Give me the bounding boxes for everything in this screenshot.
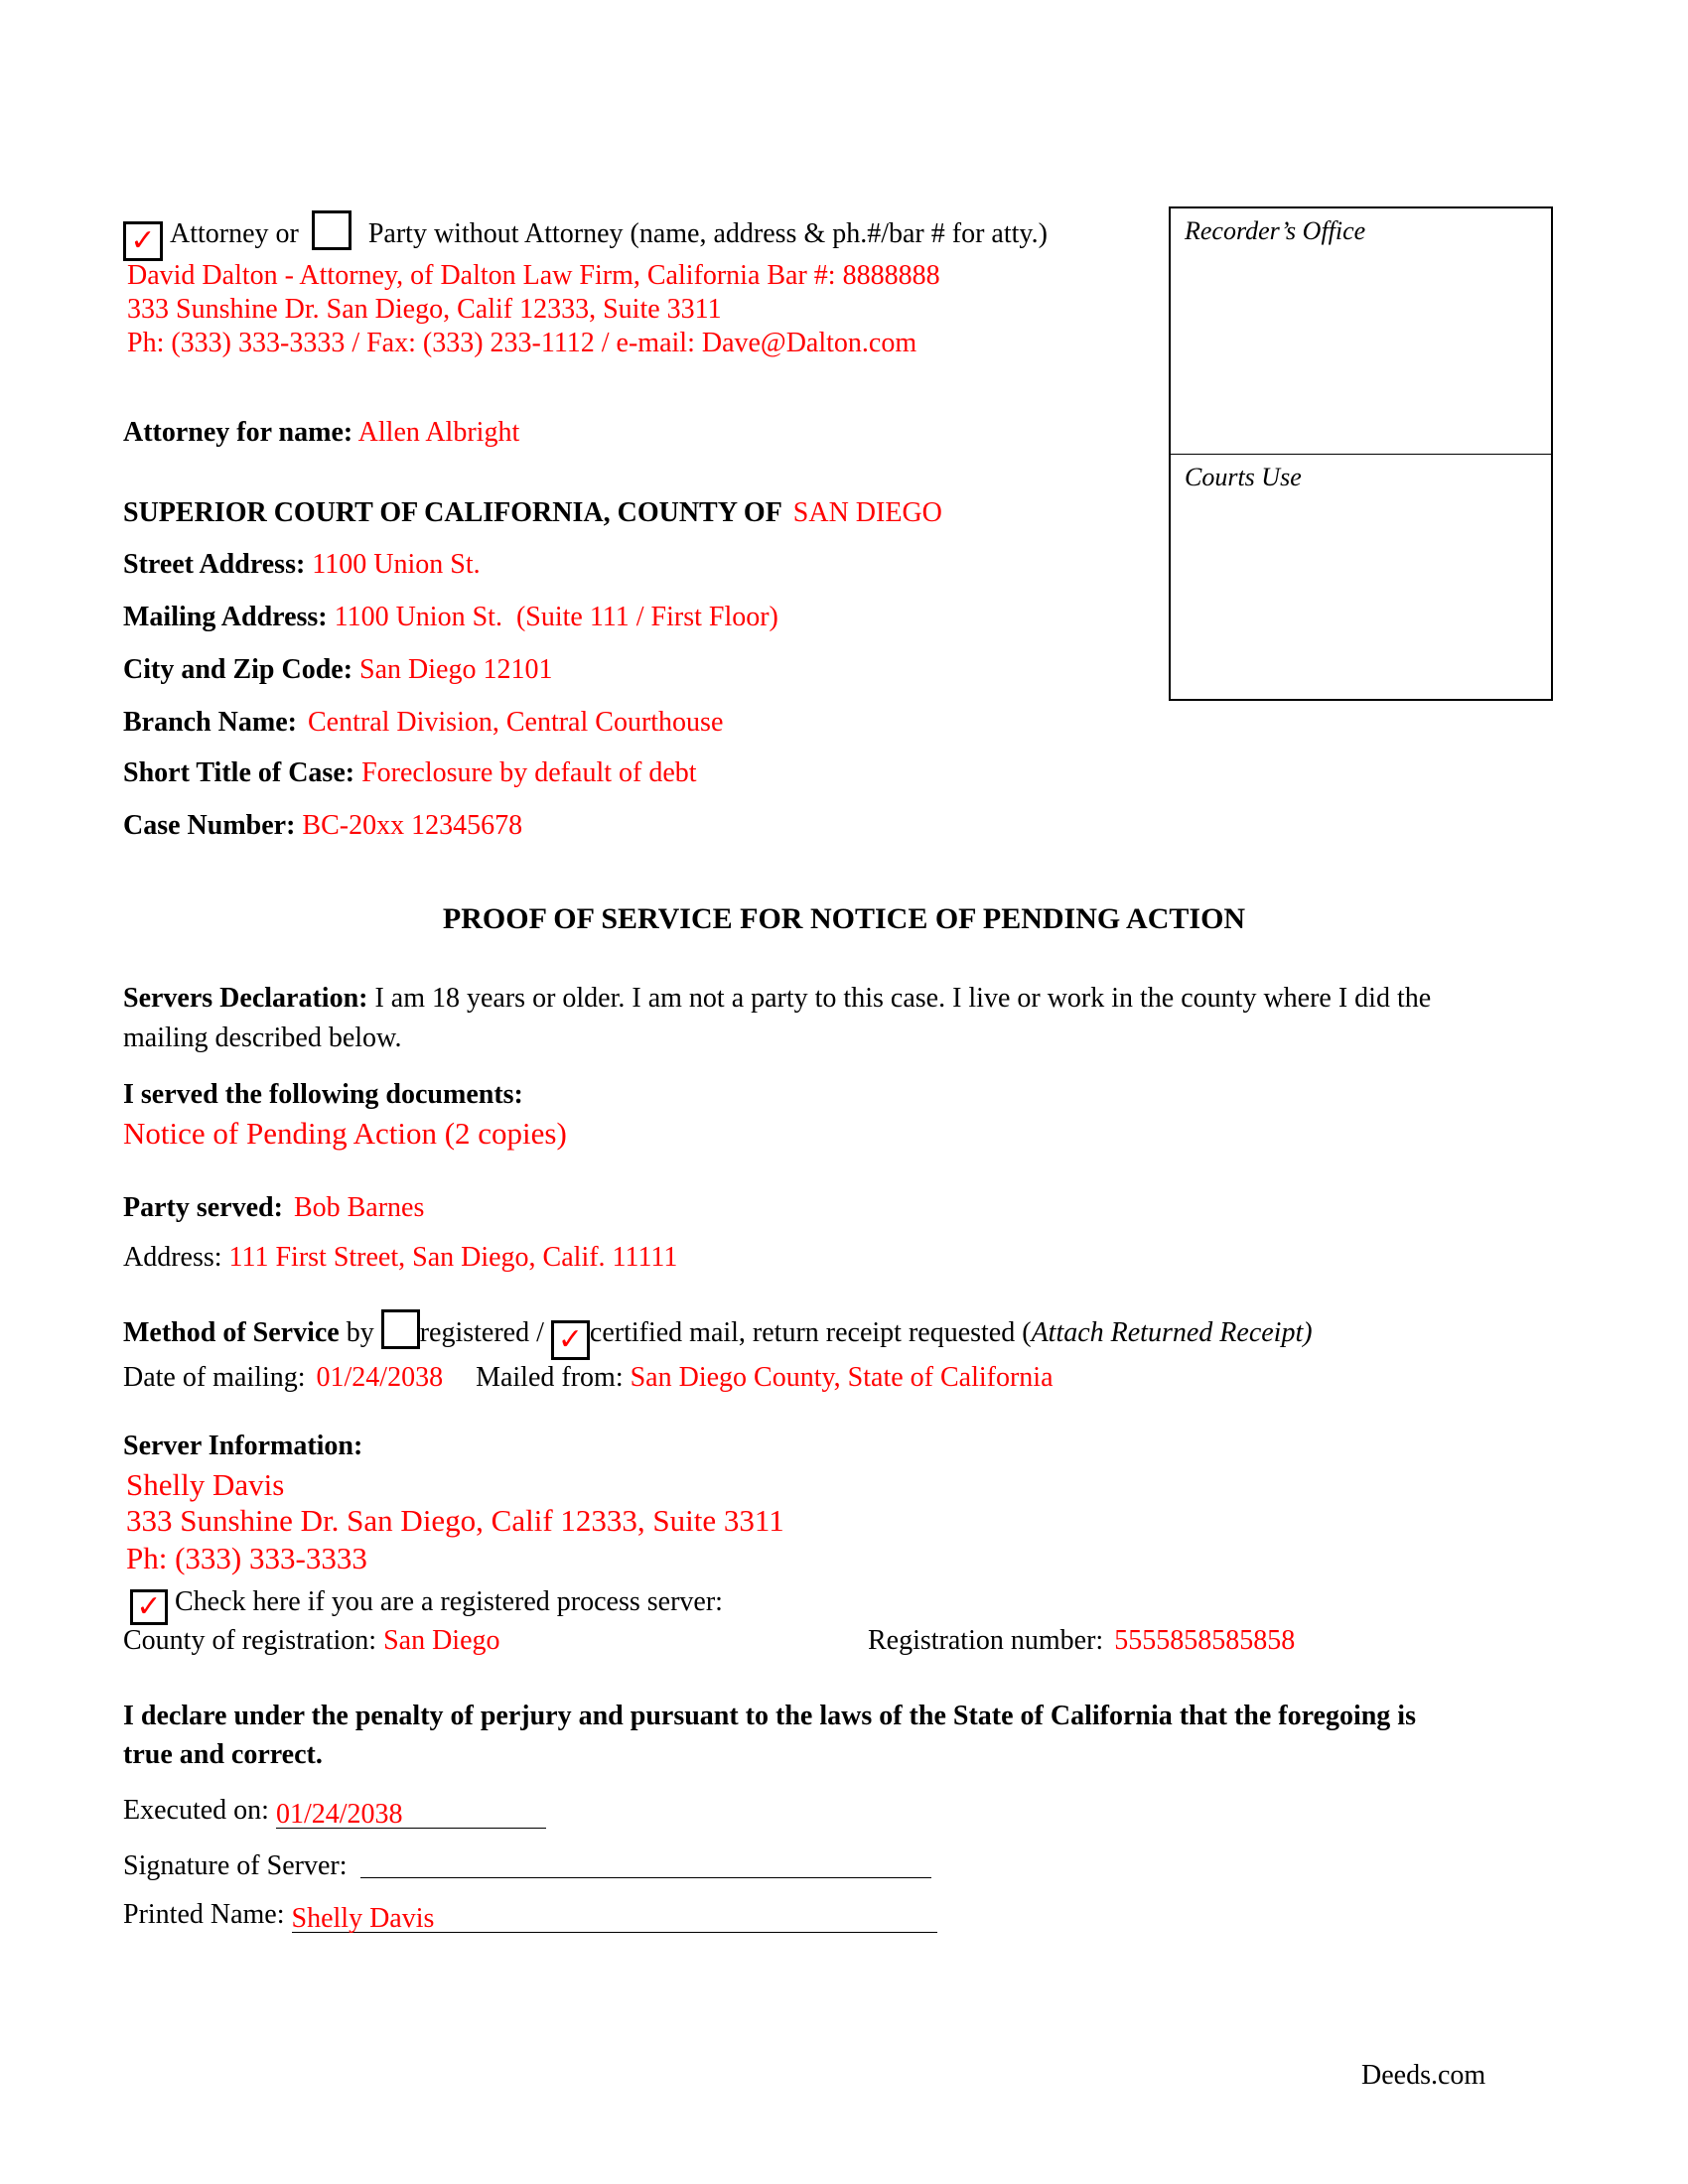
branch-name-value[interactable]: Central Division, Central Courthouse <box>308 707 723 738</box>
check-icon: ✓ <box>136 1590 162 1623</box>
check-icon: ✓ <box>557 1323 583 1356</box>
perjury-statement-line-1: I declare under the penalty of perjury a… <box>123 1701 1416 1731</box>
signature-field[interactable] <box>359 1847 931 1878</box>
recorders-office-label: Recorder’s Office <box>1185 216 1366 245</box>
mailing-address-row: Mailing Address: 1100 Union St. (Suite 1… <box>123 601 778 634</box>
date-of-mailing-value[interactable]: 01/24/2038 <box>317 1362 444 1393</box>
attorney-checkbox[interactable]: ✓ <box>123 221 163 261</box>
servers-declaration-line-1: Servers Declaration: I am 18 years or ol… <box>123 982 1431 1016</box>
party-without-attorney-checkbox[interactable] <box>311 210 352 250</box>
executed-on-row: Executed on: 01/24/2038 <box>123 1794 546 1830</box>
party-served-value[interactable]: Bob Barnes <box>294 1192 424 1223</box>
servers-declaration-label: Servers Declaration: <box>123 983 368 1014</box>
executed-on-label: Executed on: <box>123 1795 269 1826</box>
city-zip-value[interactable]: San Diego 12101 <box>359 654 552 685</box>
city-zip-row: City and Zip Code: San Diego 12101 <box>123 653 552 687</box>
registered-server-row: ✓ Check here if you are a registered pro… <box>130 1585 723 1625</box>
registered-server-label: Check here if you are a registered proce… <box>175 1586 723 1617</box>
mailed-from-value[interactable]: San Diego County, State of California <box>631 1362 1054 1393</box>
mailing-address-label: Mailing Address: <box>123 602 328 632</box>
case-number-value[interactable]: BC-20xx 12345678 <box>302 810 522 841</box>
document-title: PROOF OF SERVICE FOR NOTICE OF PENDING A… <box>442 902 1246 935</box>
servers-declaration-text: I am 18 years or older. I am not a party… <box>374 983 1432 1014</box>
mailed-from-label: Mailed from: <box>476 1362 624 1393</box>
street-address-row: Street Address: 1100 Union St. <box>123 548 481 582</box>
executed-on-value: 01/24/2038 <box>275 1799 403 1830</box>
printed-name-row: Printed Name: Shelly Davis <box>123 1898 937 1934</box>
county-registration-row: County of registration: San Diego <box>123 1624 500 1658</box>
attorney-checkbox-label: Attorney or <box>170 218 299 249</box>
method-of-service-row: Method of Service by registered / ✓ certi… <box>123 1309 1313 1360</box>
street-address-label: Street Address: <box>123 549 306 580</box>
short-title-label: Short Title of Case: <box>123 757 355 788</box>
mailing-row: Date of mailing: 01/24/2038 Mailed from:… <box>123 1361 1054 1395</box>
case-number-label: Case Number: <box>123 810 296 841</box>
attach-receipt-note: Attach Returned Receipt) <box>1031 1317 1313 1348</box>
server-information-label: Server Information: <box>123 1431 363 1461</box>
mailing-address-value[interactable]: 1100 Union St. (Suite 111 / First Floor) <box>335 602 778 632</box>
branch-name-label: Branch Name: <box>123 707 297 738</box>
certified-mail-label: certified mail, return receipt requested… <box>589 1317 1032 1348</box>
court-heading: SUPERIOR COURT OF CALIFORNIA, COUNTY OF … <box>123 496 942 530</box>
documents-served-label: I served the following documents: <box>123 1079 523 1110</box>
attorney-for-label: Attorney for name: <box>123 417 353 448</box>
branch-name-row: Branch Name: Central Division, Central C… <box>123 706 723 740</box>
registered-mail-label: registered / <box>419 1317 544 1348</box>
recorders-courts-box: Recorder’s Office Courts Use <box>1169 206 1553 701</box>
registration-number-label: Registration number: <box>868 1625 1104 1656</box>
perjury-statement-line-2: true and correct. <box>123 1739 323 1770</box>
method-by-text: by <box>346 1317 374 1348</box>
party-address-value[interactable]: 111 First Street, San Diego, Calif. 1111… <box>229 1242 678 1273</box>
courts-use-label: Courts Use <box>1185 463 1302 491</box>
court-county-value[interactable]: SAN DIEGO <box>793 497 942 528</box>
signature-row: Signature of Server: <box>123 1847 931 1883</box>
servers-declaration-line-2: mailing described below. <box>123 1023 402 1053</box>
server-name[interactable]: Shelly Davis <box>126 1468 284 1502</box>
registration-number-value[interactable]: 5555858585858 <box>1114 1625 1295 1656</box>
printed-name-field[interactable]: Shelly Davis <box>291 1902 937 1934</box>
method-of-service-label: Method of Service <box>123 1317 340 1348</box>
server-address[interactable]: 333 Sunshine Dr. San Diego, Calif 12333,… <box>126 1504 784 1538</box>
attorney-line-2: 333 Sunshine Dr. San Diego, Calif 12333,… <box>127 294 722 325</box>
party-served-row: Party served: Bob Barnes <box>123 1191 424 1225</box>
attorney-line-3: Ph: (333) 333-3333 / Fax: (333) 233-1112… <box>127 328 917 358</box>
footer-brand: Deeds.com <box>1361 2060 1486 2091</box>
server-phone[interactable]: Ph: (333) 333-3333 <box>126 1542 367 1575</box>
check-icon: ✓ <box>130 224 156 257</box>
party-address-row: Address: 111 First Street, San Diego, Ca… <box>123 1241 677 1275</box>
attorney-for-value[interactable]: Allen Albright <box>358 417 520 448</box>
documents-served-value[interactable]: Notice of Pending Action (2 copies) <box>123 1117 567 1151</box>
signature-label: Signature of Server: <box>123 1850 348 1881</box>
court-heading-label: SUPERIOR COURT OF CALIFORNIA, COUNTY OF <box>123 497 782 528</box>
certified-mail-checkbox[interactable]: ✓ <box>550 1320 590 1360</box>
county-registration-label: County of registration: <box>123 1625 377 1656</box>
county-registration-value[interactable]: San Diego <box>383 1625 499 1656</box>
date-of-mailing-label: Date of mailing: <box>123 1362 306 1393</box>
printed-name-value: Shelly Davis <box>291 1903 435 1934</box>
attorney-line-1: David Dalton - Attorney, of Dalton Law F… <box>127 260 940 291</box>
registered-server-checkbox[interactable]: ✓ <box>130 1589 168 1625</box>
short-title-value[interactable]: Foreclosure by default of debt <box>361 757 696 788</box>
city-zip-label: City and Zip Code: <box>123 654 353 685</box>
attorney-for-row: Attorney for name: Allen Albright <box>123 416 519 450</box>
short-title-row: Short Title of Case: Foreclosure by defa… <box>123 756 697 790</box>
party-without-attorney-label: Party without Attorney (name, address & … <box>367 218 1048 249</box>
case-number-row: Case Number: BC-20xx 12345678 <box>123 809 522 843</box>
registration-number-row: Registration number: 5555858585858 <box>868 1624 1295 1658</box>
attorney-type-row: ✓ Attorney or Party without Attorney (nam… <box>123 210 1048 261</box>
side-box-divider <box>1171 454 1551 455</box>
party-address-label: Address: <box>123 1242 222 1273</box>
street-address-value[interactable]: 1100 Union St. <box>312 549 480 580</box>
printed-name-label: Printed Name: <box>123 1899 285 1930</box>
registered-mail-checkbox[interactable] <box>380 1309 420 1349</box>
party-served-label: Party served: <box>123 1192 283 1223</box>
executed-on-field[interactable]: 01/24/2038 <box>275 1798 546 1830</box>
